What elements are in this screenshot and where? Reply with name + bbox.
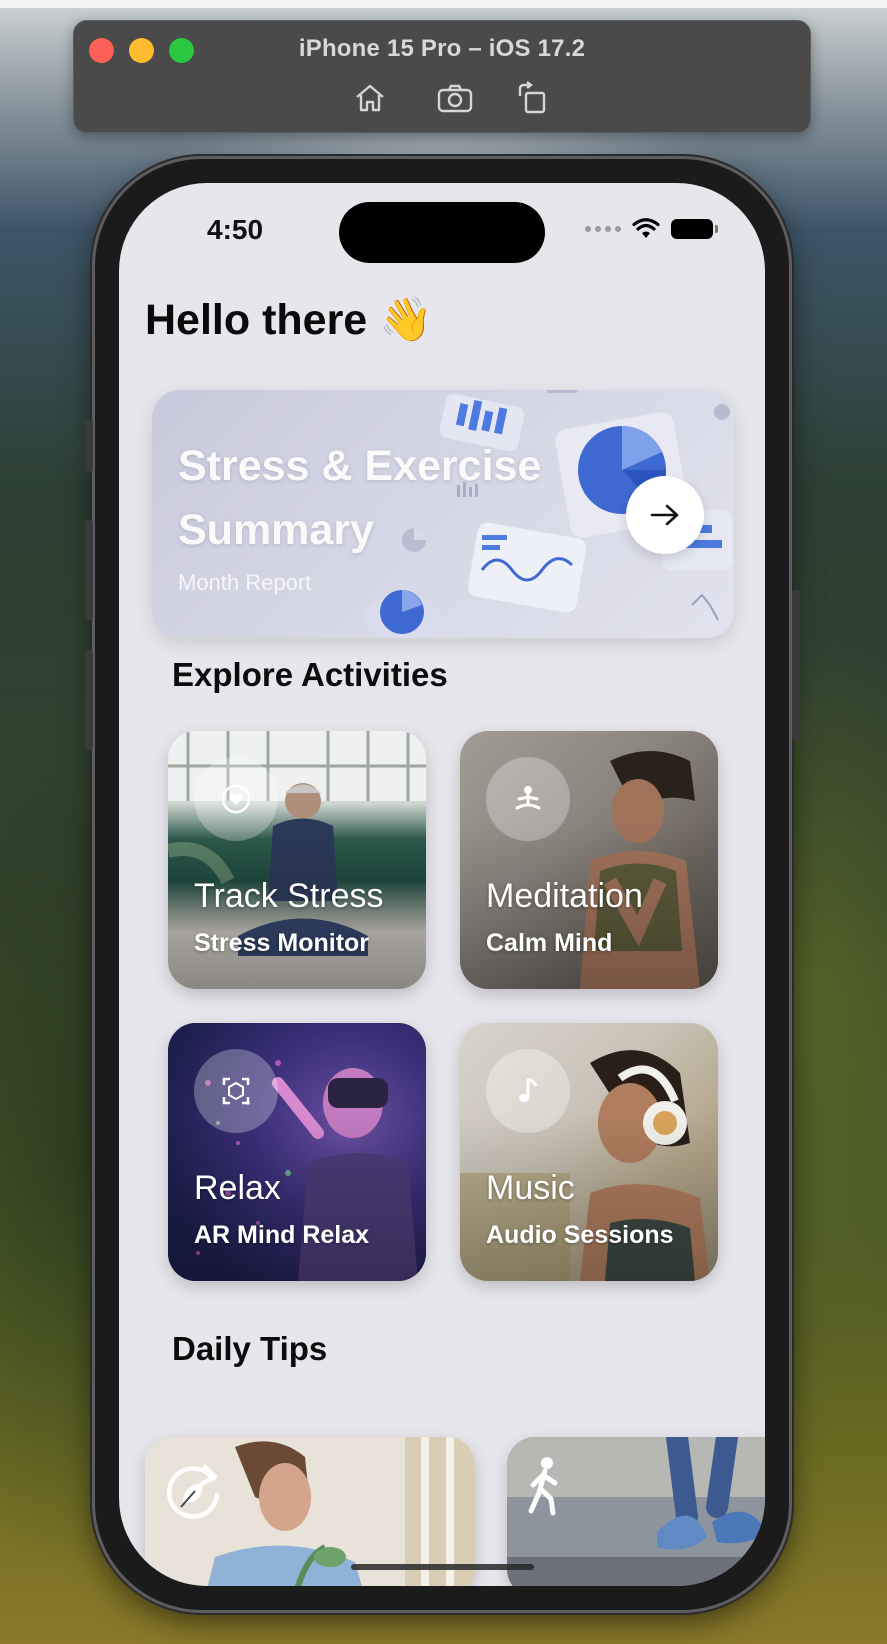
- simulator-toolbar: [74, 81, 810, 115]
- app-screen: 4:50 Hello there 👋 Stress & Exercise Sum…: [119, 183, 765, 1586]
- heart-icon: [221, 784, 251, 814]
- summary-card[interactable]: Stress & Exercise Summary Month Report: [152, 390, 734, 638]
- activity-card-meditation[interactable]: Meditation Calm Mind: [460, 731, 718, 989]
- meditation-icon: [515, 786, 541, 810]
- power-button: [792, 590, 800, 740]
- open-summary-button[interactable]: [626, 476, 704, 554]
- simulator-title-bar: iPhone 15 Pro – iOS 17.2: [73, 20, 811, 133]
- badge-meditation: [486, 757, 570, 841]
- menu-bar-edge: [0, 0, 887, 8]
- activity-title: Track Stress: [194, 877, 384, 915]
- volume-up-button: [85, 520, 93, 620]
- activity-subtitle: Stress Monitor: [194, 929, 370, 957]
- activity-card-track-stress[interactable]: Track Stress Stress Monitor: [168, 731, 426, 989]
- cellular-signal-icon: [585, 226, 621, 232]
- arrow-right-icon: [650, 504, 679, 526]
- screenshot-icon[interactable]: [437, 81, 473, 115]
- activity-subtitle: Audio Sessions: [486, 1221, 674, 1249]
- badge-heart: [194, 757, 278, 841]
- status-icons: [585, 217, 718, 241]
- action-button: [85, 420, 93, 472]
- greeting-title: Hello there 👋: [145, 296, 433, 344]
- explore-heading: Explore Activities: [172, 656, 448, 693]
- activity-title: Music: [486, 1169, 575, 1207]
- status-time: 4:50: [207, 214, 264, 245]
- summary-title: Stress & Exercise Summary: [178, 442, 542, 554]
- ar-icon: [222, 1077, 250, 1105]
- tip-card-walking[interactable]: [507, 1437, 765, 1586]
- home-indicator[interactable]: [351, 1564, 534, 1570]
- breathing-refresh-icon: [166, 1464, 220, 1519]
- activity-card-music[interactable]: Music Audio Sessions: [460, 1023, 718, 1281]
- daily-tips-heading: Daily Tips: [172, 1330, 328, 1367]
- music-note-icon: [519, 1077, 538, 1102]
- activity-title: Meditation: [486, 877, 643, 915]
- dynamic-island: [339, 202, 545, 263]
- summary-subtitle: Month Report: [178, 570, 312, 595]
- activity-subtitle: Calm Mind: [486, 929, 613, 957]
- simulator-title: iPhone 15 Pro – iOS 17.2: [298, 35, 586, 62]
- battery-icon: [671, 219, 718, 239]
- activity-title: Relax: [194, 1169, 281, 1207]
- activity-subtitle: AR Mind Relax: [194, 1221, 370, 1249]
- badge-ar: [194, 1049, 278, 1133]
- activity-card-relax[interactable]: Relax AR Mind Relax: [168, 1023, 426, 1281]
- rotate-icon[interactable]: [514, 81, 550, 115]
- walking-icon: [528, 1457, 558, 1516]
- wifi-icon: [632, 218, 660, 238]
- volume-down-button: [85, 650, 93, 750]
- badge-music: [486, 1049, 570, 1133]
- home-icon[interactable]: [352, 81, 388, 115]
